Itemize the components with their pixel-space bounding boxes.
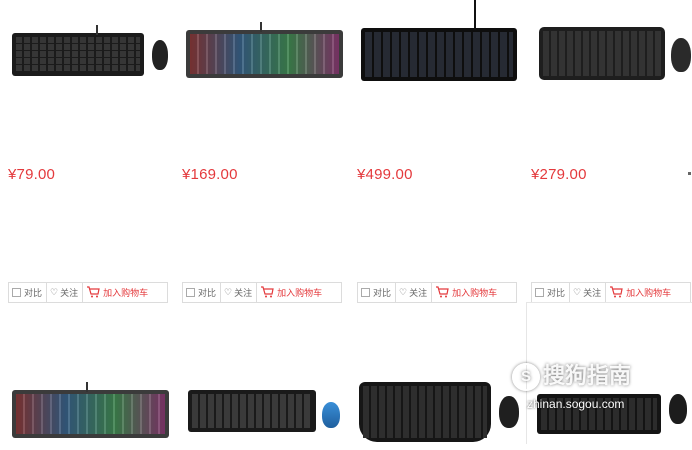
product-image[interactable]: [182, 20, 343, 90]
cart-label: 加入购物车: [626, 288, 672, 298]
product-actions: 对比 ♡ 关注 加入购物车: [357, 282, 517, 303]
compare-button[interactable]: 对比: [9, 283, 48, 302]
product-actions: 对比 ♡ 关注 加入购物车: [182, 282, 342, 303]
add-to-cart-button[interactable]: 加入购物车: [83, 283, 152, 302]
keyboard-image: [12, 33, 144, 76]
mouse-image: [669, 394, 687, 424]
heart-icon: ♡: [573, 287, 582, 297]
mouse-image: [499, 396, 519, 428]
compare-button[interactable]: 对比: [532, 283, 571, 302]
checkbox-icon: [535, 288, 544, 297]
compare-label: 对比: [198, 288, 217, 298]
add-to-cart-button[interactable]: 加入购物车: [257, 283, 326, 302]
follow-label: 关注: [583, 288, 602, 298]
price: ¥279.00: [531, 166, 587, 183]
checkbox-icon: [12, 288, 21, 297]
cart-icon: [260, 285, 274, 300]
checkbox-icon: [361, 288, 370, 297]
product-image[interactable]: [182, 380, 342, 450]
product-image[interactable]: [8, 20, 168, 90]
follow-button[interactable]: ♡ 关注: [47, 283, 84, 302]
follow-label: 关注: [234, 288, 253, 298]
compare-button[interactable]: 对比: [358, 283, 397, 302]
keyboard-image: [359, 382, 491, 442]
mouse-image: [671, 38, 691, 72]
mouse-image: [152, 40, 168, 70]
product-image[interactable]: [8, 380, 169, 450]
cart-icon: [609, 285, 623, 300]
keyboard-image: [361, 28, 517, 81]
product-actions: 对比 ♡ 关注 加入购物车: [8, 282, 168, 303]
checkbox-icon: [186, 288, 195, 297]
watermark-brand: 搜狗指南: [543, 363, 632, 388]
follow-button[interactable]: ♡ 关注: [221, 283, 258, 302]
price: ¥79.00: [8, 166, 56, 183]
product-image[interactable]: [357, 0, 517, 90]
cart-label: 加入购物车: [452, 288, 498, 298]
price: ¥499.00: [357, 166, 413, 183]
product-actions: 对比 ♡ 关注 加入购物车: [531, 282, 691, 303]
add-to-cart-button[interactable]: 加入购物车: [606, 283, 675, 302]
compare-label: 对比: [373, 288, 392, 298]
keyboard-image: [539, 27, 665, 80]
sogou-logo-icon: S: [512, 363, 540, 392]
follow-label: 关注: [409, 288, 428, 298]
scroll-marker: [688, 172, 691, 175]
keyboard-image: [12, 390, 169, 438]
price: ¥169.00: [182, 166, 238, 183]
compare-label: 对比: [24, 288, 43, 298]
product-image[interactable]: [357, 380, 519, 450]
compare-label: 对比: [547, 288, 566, 298]
follow-button[interactable]: ♡ 关注: [396, 283, 433, 302]
heart-icon: ♡: [50, 287, 59, 297]
product-image[interactable]: [531, 20, 691, 90]
follow-label: 关注: [60, 288, 79, 298]
cart-icon: [86, 285, 100, 300]
keyboard-image: [188, 390, 316, 432]
mouse-image: [322, 402, 340, 428]
heart-icon: ♡: [224, 287, 233, 297]
cart-icon: [435, 285, 449, 300]
watermark: S 搜狗指南: [512, 358, 632, 392]
add-to-cart-button[interactable]: 加入购物车: [432, 283, 501, 302]
follow-button[interactable]: ♡ 关注: [570, 283, 607, 302]
heart-icon: ♡: [399, 287, 408, 297]
cart-label: 加入购物车: [277, 288, 323, 298]
keyboard-image: [186, 30, 343, 78]
compare-button[interactable]: 对比: [183, 283, 222, 302]
watermark-url: zhinan.sogou.com: [527, 397, 625, 411]
cart-label: 加入购物车: [103, 288, 149, 298]
